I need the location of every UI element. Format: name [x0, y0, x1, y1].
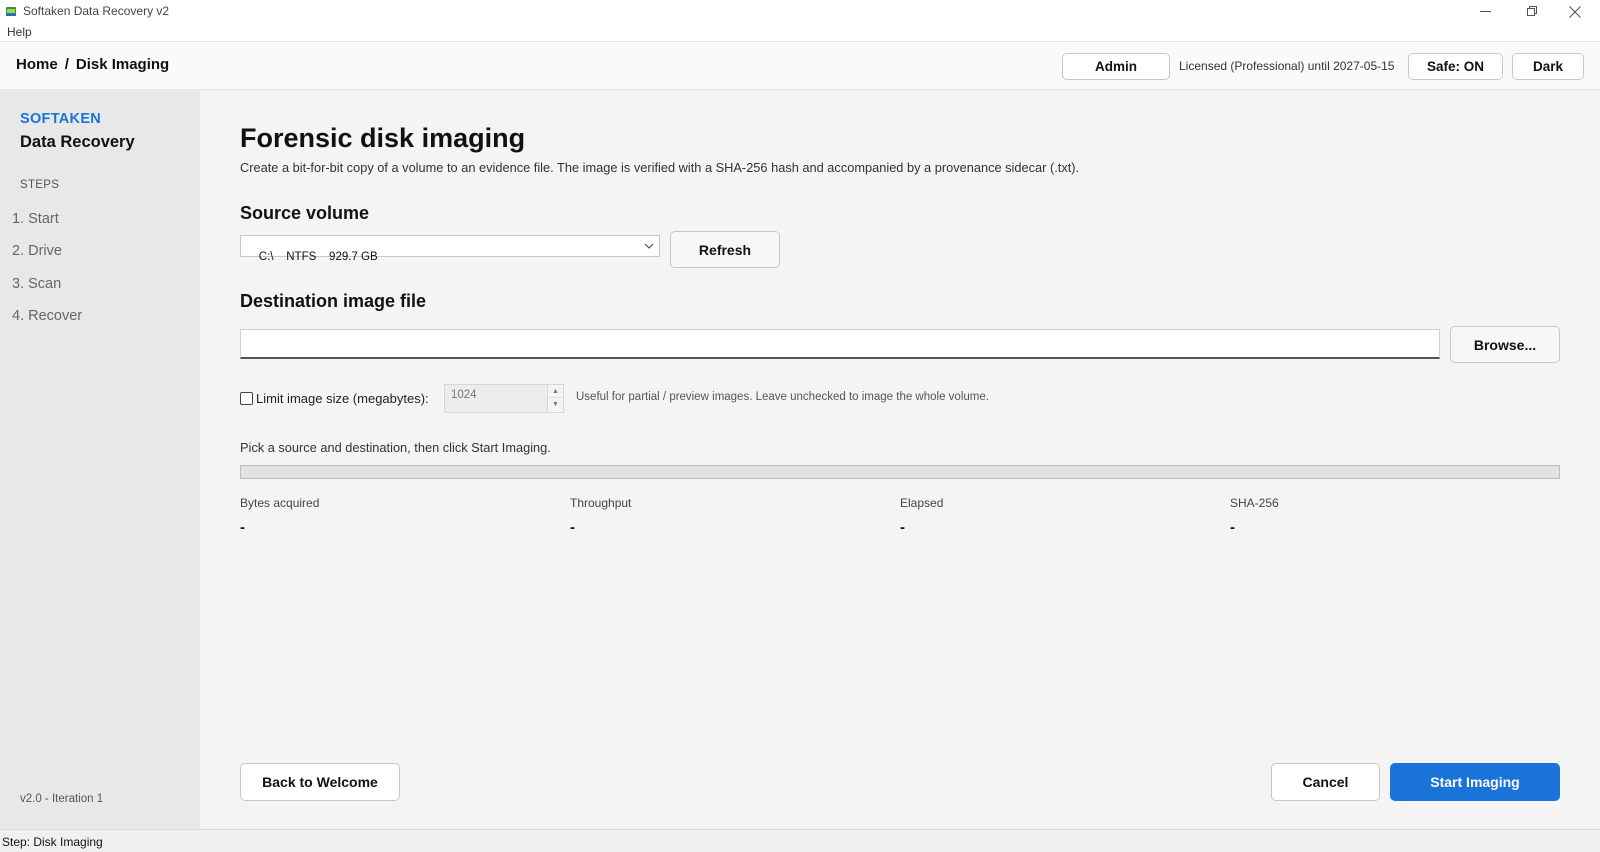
chevron-down-icon — [644, 243, 654, 249]
minimize-button[interactable] — [1462, 0, 1508, 23]
stat-sha256-label: SHA-256 — [1230, 496, 1279, 510]
title-bar: Softaken Data Recovery v2 — [0, 0, 1600, 23]
menu-bar: Help — [0, 23, 1600, 42]
cancel-button[interactable]: Cancel — [1271, 763, 1380, 801]
close-button[interactable] — [1552, 0, 1598, 23]
app-header: Home / Disk Imaging Admin Licensed (Profes… — [0, 42, 1600, 90]
theme-toggle-button[interactable]: Dark — [1512, 53, 1584, 80]
window-title: Softaken Data Recovery v2 — [23, 4, 170, 18]
breadcrumb-home[interactable]: Home — [16, 56, 58, 73]
source-volume-select[interactable]: C:\ NTFS 929.7 GB — [240, 235, 660, 263]
status-bar-text: Step: Disk Imaging — [2, 835, 103, 849]
main-content: Forensic disk imaging Create a bit-for-b… — [200, 90, 1600, 829]
stat-elapsed-label: Elapsed — [900, 496, 944, 510]
stat-sha256-value: - — [1230, 519, 1235, 536]
menu-help[interactable]: Help — [7, 25, 32, 39]
license-status: Licensed (Professional) until 2027-05-15 — [1179, 59, 1395, 73]
refresh-button[interactable]: Refresh — [670, 231, 780, 268]
close-icon — [1569, 5, 1581, 18]
stat-throughput-label: Throughput — [570, 496, 632, 510]
safe-mode-toggle[interactable]: Safe: ON — [1408, 53, 1503, 80]
start-imaging-button[interactable]: Start Imaging — [1390, 763, 1560, 801]
stat-elapsed-value: - — [900, 519, 905, 536]
brand-name: SOFTAKEN — [20, 111, 102, 127]
browse-button[interactable]: Browse... — [1450, 326, 1560, 363]
minimize-icon — [1479, 11, 1491, 12]
imaging-status-text: Pick a source and destination, then clic… — [240, 440, 551, 455]
restore-icon — [1526, 6, 1537, 16]
brand-product: Data Recovery — [20, 133, 135, 151]
breadcrumb-separator: / — [64, 56, 69, 73]
breadcrumb-current: Disk Imaging — [75, 56, 170, 73]
spin-down-icon[interactable]: ▼ — [548, 398, 563, 411]
spinbox-buttons: ▲ ▼ — [547, 385, 563, 412]
admin-button[interactable]: Admin — [1062, 53, 1170, 80]
sidebar-step-drive[interactable]: 2. Drive — [12, 243, 62, 259]
page-description: Create a bit-for-bit copy of a volume to… — [240, 160, 1080, 175]
page-title: Forensic disk imaging — [240, 123, 526, 153]
stat-bytes-value: - — [240, 519, 245, 536]
spin-up-icon[interactable]: ▲ — [548, 385, 563, 398]
version-label: v2.0 - Iteration 1 — [20, 793, 104, 805]
status-bar: Step: Disk Imaging — [0, 829, 1600, 852]
limit-size-hint: Useful for partial / preview images. Lea… — [576, 391, 989, 403]
sidebar: SOFTAKEN Data Recovery STEPS 1. Start 2.… — [0, 90, 200, 829]
source-volume-heading: Source volume — [240, 203, 370, 223]
source-volume-value: C:\ NTFS 929.7 GB — [258, 251, 378, 263]
stat-bytes-label: Bytes acquired — [240, 496, 320, 510]
steps-heading: STEPS — [20, 179, 60, 191]
restore-button[interactable] — [1508, 0, 1554, 23]
limit-size-spinbox[interactable]: 1024 ▲ ▼ — [444, 384, 564, 413]
imaging-progress-bar — [240, 465, 1560, 479]
sidebar-step-start[interactable]: 1. Start — [12, 211, 59, 227]
destination-path-input[interactable] — [240, 329, 1440, 359]
sidebar-step-recover[interactable]: 4. Recover — [12, 308, 82, 324]
breadcrumb: Home / Disk Imaging — [16, 56, 169, 73]
sidebar-step-scan[interactable]: 3. Scan — [12, 276, 61, 292]
limit-size-label[interactable]: Limit image size (megabytes): — [256, 391, 429, 406]
stat-throughput-value: - — [570, 519, 575, 536]
back-to-welcome-button[interactable]: Back to Welcome — [240, 763, 400, 801]
app-logo-icon — [6, 7, 16, 16]
limit-size-checkbox[interactable] — [240, 392, 253, 405]
destination-heading: Destination image file — [240, 291, 427, 311]
limit-size-value: 1024 — [451, 389, 477, 401]
